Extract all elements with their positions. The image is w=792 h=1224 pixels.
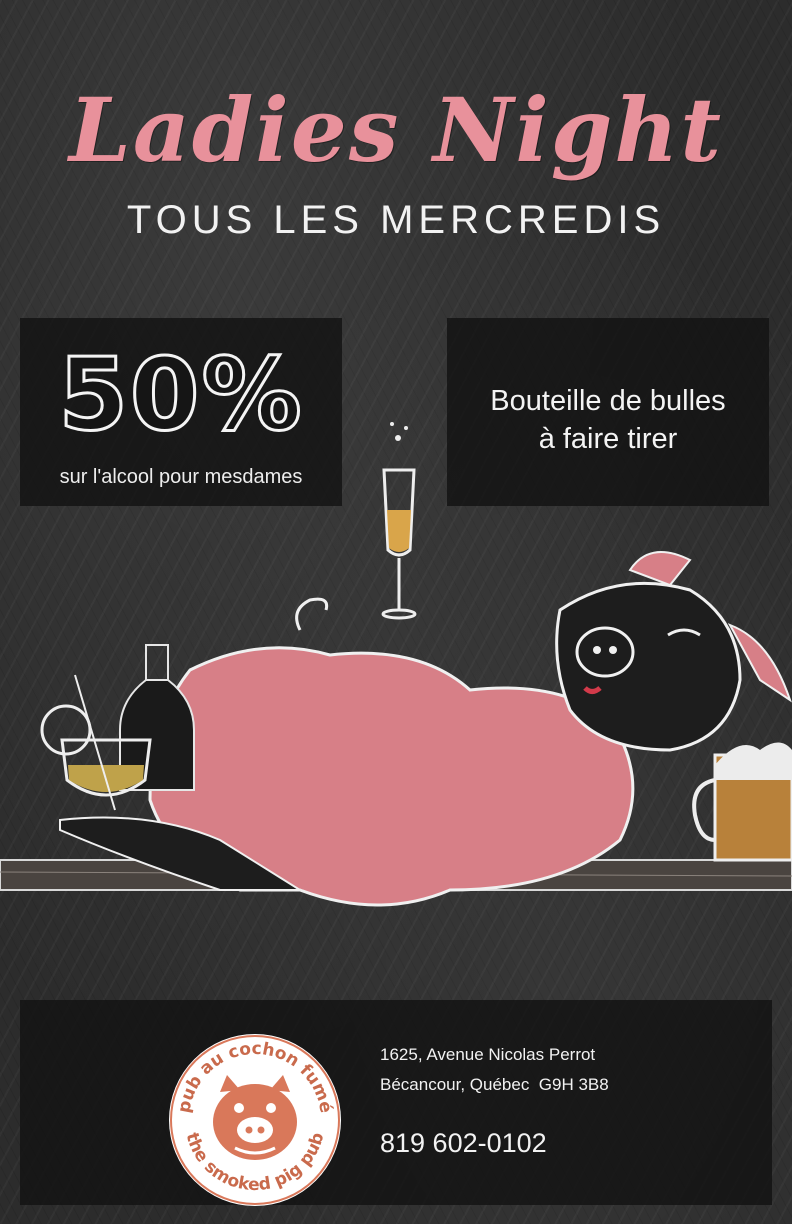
- address-line-1: 1625, Avenue Nicolas Perrot: [380, 1045, 596, 1064]
- address-line-2: Bécancour, Québec G9H 3B8: [380, 1075, 609, 1094]
- champagne-glass-icon: [381, 422, 417, 620]
- pig-snout: [575, 626, 635, 678]
- phone-number: 819 602-0102: [380, 1128, 547, 1158]
- pig-face-icon: [213, 1075, 297, 1160]
- pig-illustration: [0, 422, 792, 907]
- address-block: 1625, Avenue Nicolas Perrot Bécancour, Q…: [380, 1040, 609, 1100]
- prize-line-1: Bouteille de bulles: [490, 385, 726, 417]
- poster-subtitle: TOUS LES MERCREDIS: [126, 198, 666, 242]
- pub-logo: pub au cochon fumé the smoked pig pub: [169, 1034, 341, 1206]
- poster-title: Ladies Night: [68, 78, 724, 182]
- beer-mug-icon: [692, 742, 792, 862]
- contact-panel: [20, 1000, 772, 1205]
